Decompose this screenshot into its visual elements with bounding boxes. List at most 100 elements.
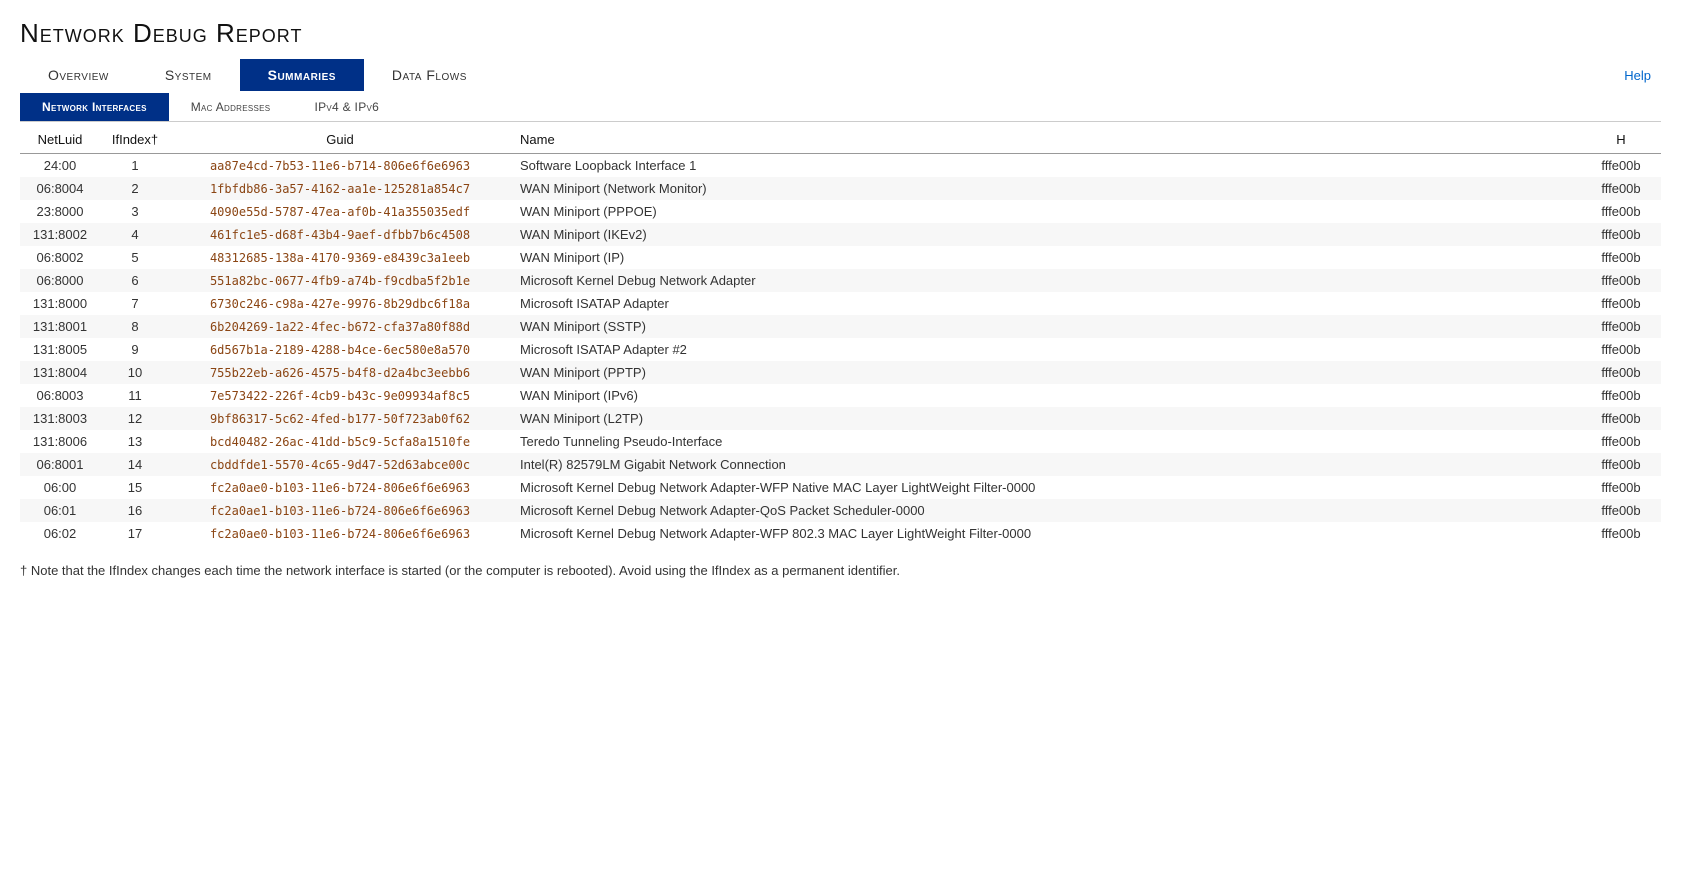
tab-overview[interactable]: Overview <box>20 59 137 91</box>
cell-h: fffe00b <box>1581 453 1661 476</box>
cell-name: WAN Miniport (IP) <box>510 246 1581 269</box>
cell-netluid: 131:8006 <box>20 430 100 453</box>
table-row: 24:001aa87e4cd-7b53-11e6-b714-806e6f6e69… <box>20 154 1661 178</box>
cell-netluid: 06:8003 <box>20 384 100 407</box>
cell-name: Software Loopback Interface 1 <box>510 154 1581 178</box>
cell-netluid: 06:8002 <box>20 246 100 269</box>
cell-name: WAN Miniport (Network Monitor) <box>510 177 1581 200</box>
cell-netluid: 131:8004 <box>20 361 100 384</box>
cell-guid: 48312685-138a-4170-9369-e8439c3a1eeb <box>170 246 510 269</box>
cell-ifindex: 5 <box>100 246 170 269</box>
table-row: 06:0217fc2a0ae0-b103-11e6-b724-806e6f6e6… <box>20 522 1661 545</box>
table-row: 131:800613bcd40482-26ac-41dd-b5c9-5cfa8a… <box>20 430 1661 453</box>
cell-name: Microsoft Kernel Debug Network Adapter <box>510 269 1581 292</box>
cell-ifindex: 16 <box>100 499 170 522</box>
cell-h: fffe00b <box>1581 407 1661 430</box>
cell-name: Microsoft Kernel Debug Network Adapter-W… <box>510 476 1581 499</box>
cell-netluid: 06:8004 <box>20 177 100 200</box>
cell-ifindex: 10 <box>100 361 170 384</box>
sub-tab-mac-addresses[interactable]: Mac Addresses <box>169 93 293 121</box>
cell-netluid: 06:00 <box>20 476 100 499</box>
cell-netluid: 06:8001 <box>20 453 100 476</box>
col-header-netluid: NetLuid <box>20 126 100 154</box>
cell-h: fffe00b <box>1581 177 1661 200</box>
cell-ifindex: 4 <box>100 223 170 246</box>
cell-h: fffe00b <box>1581 476 1661 499</box>
cell-h: fffe00b <box>1581 499 1661 522</box>
cell-ifindex: 3 <box>100 200 170 223</box>
cell-netluid: 131:8003 <box>20 407 100 430</box>
cell-netluid: 131:8002 <box>20 223 100 246</box>
cell-name: Intel(R) 82579LM Gigabit Network Connect… <box>510 453 1581 476</box>
cell-guid: cbddfde1-5570-4c65-9d47-52d63abce00c <box>170 453 510 476</box>
help-link[interactable]: Help <box>1624 68 1661 83</box>
sub-tab-ipv4-ipv6[interactable]: IPv4 & IPv6 <box>292 93 401 121</box>
network-interfaces-table: NetLuid IfIndex† Guid Name H 24:001aa87e… <box>20 126 1661 545</box>
cell-netluid: 06:01 <box>20 499 100 522</box>
cell-guid: 461fc1e5-d68f-43b4-9aef-dfbb7b6c4508 <box>170 223 510 246</box>
tab-summaries[interactable]: Summaries <box>240 59 364 91</box>
table-row: 131:800186b204269-1a22-4fec-b672-cfa37a8… <box>20 315 1661 338</box>
table-row: 06:8002548312685-138a-4170-9369-e8439c3a… <box>20 246 1661 269</box>
cell-h: fffe00b <box>1581 522 1661 545</box>
table-row: 06:800421fbfdb86-3a57-4162-aa1e-125281a8… <box>20 177 1661 200</box>
cell-h: fffe00b <box>1581 200 1661 223</box>
page-title: Network Debug Report <box>20 18 1661 49</box>
page-container: Network Debug Report Overview System Sum… <box>0 0 1681 887</box>
cell-ifindex: 6 <box>100 269 170 292</box>
cell-guid: 7e573422-226f-4cb9-b43c-9e09934af8c5 <box>170 384 510 407</box>
cell-netluid: 131:8001 <box>20 315 100 338</box>
table-row: 131:800410755b22eb-a626-4575-b4f8-d2a4bc… <box>20 361 1661 384</box>
table-row: 131:800076730c246-c98a-427e-9976-8b29dbc… <box>20 292 1661 315</box>
table-row: 06:8003117e573422-226f-4cb9-b43c-9e09934… <box>20 384 1661 407</box>
cell-name: WAN Miniport (SSTP) <box>510 315 1581 338</box>
table-row: 131:8003129bf86317-5c62-4fed-b177-50f723… <box>20 407 1661 430</box>
col-header-ifindex: IfIndex† <box>100 126 170 154</box>
cell-name: WAN Miniport (PPPOE) <box>510 200 1581 223</box>
cell-ifindex: 17 <box>100 522 170 545</box>
cell-guid: 755b22eb-a626-4575-b4f8-d2a4bc3eebb6 <box>170 361 510 384</box>
cell-ifindex: 14 <box>100 453 170 476</box>
cell-h: fffe00b <box>1581 338 1661 361</box>
cell-guid: fc2a0ae0-b103-11e6-b724-806e6f6e6963 <box>170 476 510 499</box>
cell-netluid: 131:8000 <box>20 292 100 315</box>
cell-name: WAN Miniport (IPv6) <box>510 384 1581 407</box>
table-body: 24:001aa87e4cd-7b53-11e6-b714-806e6f6e69… <box>20 154 1661 546</box>
cell-name: Microsoft Kernel Debug Network Adapter-Q… <box>510 499 1581 522</box>
table-row: 131:800596d567b1a-2189-4288-b4ce-6ec580e… <box>20 338 1661 361</box>
cell-guid: 551a82bc-0677-4fb9-a74b-f9cdba5f2b1e <box>170 269 510 292</box>
table-row: 06:0116fc2a0ae1-b103-11e6-b724-806e6f6e6… <box>20 499 1661 522</box>
cell-ifindex: 13 <box>100 430 170 453</box>
cell-h: fffe00b <box>1581 154 1661 178</box>
tab-dataflows[interactable]: Data Flows <box>364 59 495 91</box>
cell-guid: fc2a0ae0-b103-11e6-b724-806e6f6e6963 <box>170 522 510 545</box>
cell-guid: 1fbfdb86-3a57-4162-aa1e-125281a854c7 <box>170 177 510 200</box>
cell-guid: 6d567b1a-2189-4288-b4ce-6ec580e8a570 <box>170 338 510 361</box>
cell-name: Microsoft Kernel Debug Network Adapter-W… <box>510 522 1581 545</box>
cell-guid: fc2a0ae1-b103-11e6-b724-806e6f6e6963 <box>170 499 510 522</box>
cell-name: Microsoft ISATAP Adapter <box>510 292 1581 315</box>
col-header-guid: Guid <box>170 126 510 154</box>
tab-system[interactable]: System <box>137 59 240 91</box>
cell-netluid: 06:02 <box>20 522 100 545</box>
cell-netluid: 131:8005 <box>20 338 100 361</box>
cell-ifindex: 2 <box>100 177 170 200</box>
cell-name: Teredo Tunneling Pseudo-Interface <box>510 430 1581 453</box>
cell-name: WAN Miniport (IKEv2) <box>510 223 1581 246</box>
cell-ifindex: 1 <box>100 154 170 178</box>
cell-guid: bcd40482-26ac-41dd-b5c9-5cfa8a1510fe <box>170 430 510 453</box>
cell-h: fffe00b <box>1581 384 1661 407</box>
cell-name: WAN Miniport (PPTP) <box>510 361 1581 384</box>
cell-h: fffe00b <box>1581 223 1661 246</box>
cell-ifindex: 9 <box>100 338 170 361</box>
col-header-name: Name <box>510 126 1581 154</box>
cell-h: fffe00b <box>1581 315 1661 338</box>
footnote: † Note that the IfIndex changes each tim… <box>20 563 1661 578</box>
cell-h: fffe00b <box>1581 269 1661 292</box>
table-row: 23:800034090e55d-5787-47ea-af0b-41a35503… <box>20 200 1661 223</box>
cell-guid: aa87e4cd-7b53-11e6-b714-806e6f6e6963 <box>170 154 510 178</box>
cell-ifindex: 7 <box>100 292 170 315</box>
sub-tab-network-interfaces[interactable]: Network Interfaces <box>20 93 169 121</box>
main-tabs: Overview System Summaries Data Flows Hel… <box>20 59 1661 91</box>
cell-guid: 4090e55d-5787-47ea-af0b-41a355035edf <box>170 200 510 223</box>
